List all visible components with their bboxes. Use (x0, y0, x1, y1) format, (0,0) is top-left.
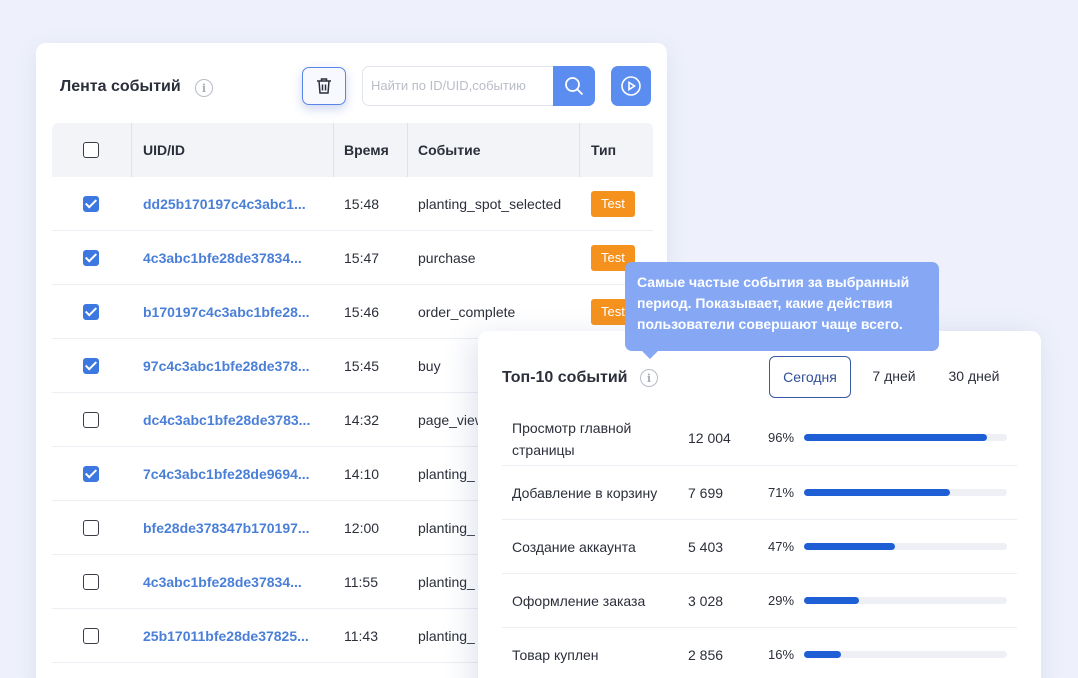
row-checkbox[interactable] (83, 412, 99, 428)
table-row[interactable]: 4c3abc1bfe28de37834... 15:47 purchase Te… (52, 231, 653, 285)
top-event-row: Просмотр главной страницы 12 004 96% (502, 409, 1017, 466)
row-event: planting_ (418, 520, 475, 536)
feed-title: Лента событий (60, 78, 181, 95)
row-event: page_view (418, 412, 485, 428)
top-event-count: 12 004 (688, 430, 731, 446)
row-event: planting_ (418, 628, 475, 644)
row-checkbox[interactable] (83, 520, 99, 536)
top-event-count: 3 028 (688, 593, 724, 609)
play-button[interactable] (611, 66, 651, 106)
search-icon (565, 77, 584, 96)
trash-icon (317, 78, 331, 94)
search-button[interactable] (553, 66, 595, 106)
top-event-bar (804, 434, 1007, 441)
row-time: 15:45 (344, 358, 380, 374)
row-checkbox[interactable] (83, 358, 99, 374)
top-event-percent: 71% (768, 485, 795, 500)
top-event-row: Товар куплен 2 856 16% (502, 628, 1017, 678)
top-event-bar (804, 489, 1007, 496)
row-uid-link[interactable]: 97c4c3abc1bfe28de378... (143, 339, 310, 393)
top-events-title: Топ-10 событий (502, 369, 628, 386)
top-event-percent: 96% (768, 430, 795, 445)
top-event-row: Оформление заказа 3 028 29% (502, 574, 1017, 628)
row-checkbox[interactable] (83, 628, 99, 644)
top-event-count: 2 856 (688, 647, 724, 663)
info-icon[interactable]: i (195, 79, 213, 97)
row-checkbox[interactable] (83, 574, 99, 590)
top-event-name: Оформление заказа (512, 593, 646, 609)
top-event-count: 7 699 (688, 485, 724, 501)
top-event-count: 5 403 (688, 539, 724, 555)
period-7-days-button[interactable]: 7 дней (864, 356, 924, 398)
row-time: 14:32 (344, 412, 380, 428)
row-event: planting_spot_selected (418, 196, 562, 212)
row-uid-link[interactable]: 7c4c3abc1bfe28de9694... (143, 447, 310, 501)
row-checkbox[interactable] (83, 196, 99, 212)
row-uid-link[interactable]: dc4c3abc1bfe28de3783... (143, 393, 310, 447)
bar-fill (804, 651, 841, 658)
top-event-row: Добавление в корзину 7 699 71% (502, 466, 1017, 520)
column-divider (333, 123, 334, 177)
bar-fill (804, 543, 896, 550)
table-row[interactable]: dd25b170197c4c3abc1... 15:48 planting_sp… (52, 177, 653, 231)
select-all-checkbox[interactable] (83, 142, 99, 158)
row-uid-link[interactable]: bfe28de378347b170197... (143, 501, 310, 555)
top-event-percent: 16% (768, 647, 795, 662)
column-header-event[interactable]: Событие (418, 123, 481, 177)
row-checkbox[interactable] (83, 250, 99, 266)
delete-button[interactable] (302, 67, 346, 105)
row-uid-link[interactable]: 4c3abc1bfe28de37834... (143, 555, 302, 609)
row-time: 12:00 (344, 520, 380, 536)
search-input[interactable]: Найти по ID/UID,событию (362, 66, 554, 106)
top-event-bar (804, 651, 1007, 658)
top-event-percent: 47% (768, 539, 795, 554)
top-event-name: Товар куплен (512, 647, 599, 663)
row-uid-link[interactable]: 4c3abc1bfe28de37834... (143, 231, 302, 285)
column-header-time[interactable]: Время (344, 123, 389, 177)
period-30-days-button[interactable]: 30 дней (940, 356, 1008, 398)
top-event-percent: 29% (768, 593, 795, 608)
top-event-bar (804, 543, 1007, 550)
table-header: UID/ID Время Событие Тип (52, 123, 653, 177)
row-event: planting_ (418, 466, 475, 482)
row-event: buy (418, 358, 441, 374)
row-checkbox[interactable] (83, 304, 99, 320)
top-event-row: Создание аккаунта 5 403 47% (502, 520, 1017, 574)
bar-fill (804, 434, 987, 441)
app-canvas: Лента событий i Найти по ID/UID,событию … (0, 0, 1078, 678)
top-events-panel: Топ-10 событий i Сегодня 7 дней 30 дней … (478, 331, 1041, 678)
column-header-type[interactable]: Тип (591, 123, 616, 177)
row-time: 11:43 (344, 628, 378, 644)
top-event-bar (804, 597, 1007, 604)
top-event-name: Просмотр главной страницы (512, 420, 632, 458)
column-divider (579, 123, 580, 177)
row-time: 15:46 (344, 304, 380, 320)
row-time: 14:10 (344, 466, 380, 482)
type-badge: Test (591, 191, 635, 217)
row-uid-link[interactable]: 25b17011bfe28de37825... (143, 609, 309, 663)
row-uid-link[interactable]: b170197c4c3abc1bfe28... (143, 285, 310, 339)
period-today-button[interactable]: Сегодня (769, 356, 851, 398)
row-time: 15:47 (344, 250, 380, 266)
column-divider (131, 123, 132, 177)
row-time: 15:48 (344, 196, 380, 212)
row-event: purchase (418, 250, 476, 266)
top-event-name: Создание аккаунта (512, 539, 636, 555)
bar-fill (804, 489, 951, 496)
play-icon (621, 76, 641, 96)
column-header-uid[interactable]: UID/ID (143, 123, 185, 177)
top-event-name: Добавление в корзину (512, 485, 658, 501)
row-time: 11:55 (344, 574, 378, 590)
top-events-tooltip: Самые частые события за выбранный период… (625, 262, 939, 359)
bar-fill (804, 597, 859, 604)
row-checkbox[interactable] (83, 466, 99, 482)
row-event: planting_ (418, 574, 475, 590)
info-icon[interactable]: i (640, 369, 658, 387)
row-uid-link[interactable]: dd25b170197c4c3abc1... (143, 177, 306, 231)
column-divider (407, 123, 408, 177)
